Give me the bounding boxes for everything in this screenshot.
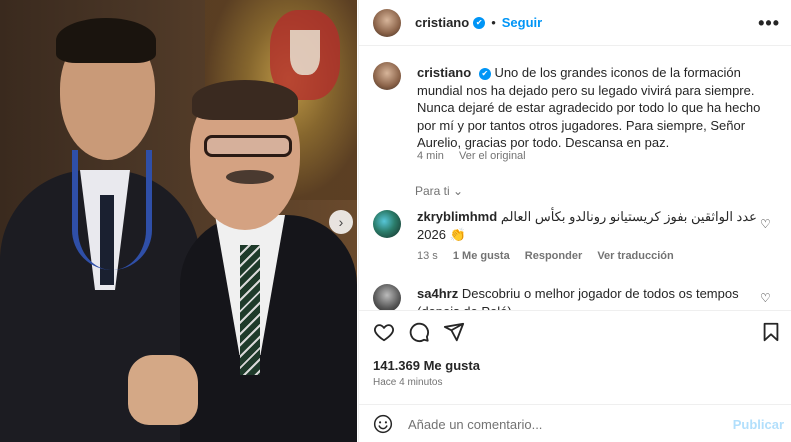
comment-username[interactable]: zkryblimhmd	[417, 209, 497, 224]
commenter-avatar[interactable]	[373, 284, 401, 310]
bookmark-icon[interactable]	[760, 321, 782, 343]
person-right-glasses	[204, 135, 292, 157]
comment-heart-icon[interactable]: ♡	[760, 218, 772, 230]
comment-item: sa4hrz Descobriu o melhor jogador de tod…	[373, 284, 778, 310]
add-comment-bar: Añade un comentario... Publicar	[359, 404, 791, 442]
person-right-hair	[192, 80, 298, 120]
caption-avatar[interactable]	[373, 62, 401, 90]
avatar[interactable]	[373, 8, 401, 37]
comment-meta: 13 s 1 Me gusta Responder Ver traducción	[417, 250, 686, 262]
post-header: cristiano ✔ • Seguir •••	[359, 0, 791, 46]
comment-item: zkryblimhmd عدد الواثقين بفوز كريستيانو …	[373, 206, 778, 266]
comment-icon[interactable]	[408, 321, 430, 343]
post-timestamp: Hace 4 minutos	[373, 377, 443, 388]
commenter-avatar[interactable]	[373, 210, 401, 238]
medal-ribbon	[72, 150, 152, 270]
verified-badge-icon: ✔	[478, 67, 491, 80]
person-right-mustache	[226, 170, 274, 184]
send-icon[interactable]	[443, 321, 465, 343]
background-shield	[290, 30, 320, 75]
more-options-icon[interactable]: •••	[758, 13, 780, 34]
post-actions: 141.369 Me gusta Hace 4 minutos Añade un…	[359, 310, 791, 442]
separator-dot: •	[491, 15, 496, 30]
follow-button[interactable]: Seguir	[502, 15, 542, 30]
chevron-right-icon[interactable]: ›	[329, 210, 353, 234]
clap-emoji-icon: 👏	[449, 227, 466, 242]
likes-count[interactable]: 141.369 Me gusta	[373, 358, 480, 373]
person-right-tie	[240, 245, 260, 375]
comment-heart-icon[interactable]: ♡	[760, 292, 772, 304]
comment-username[interactable]: sa4hrz	[417, 286, 458, 301]
comment-likes[interactable]: 1 Me gusta	[453, 250, 510, 262]
comment-input[interactable]: Añade un comentario...	[408, 417, 542, 432]
reply-button[interactable]: Responder	[525, 250, 582, 262]
comment-text: Descobriu o melhor jogador de todos os t…	[417, 286, 739, 310]
heart-icon[interactable]	[373, 321, 395, 343]
caption-text-block: cristiano ✔ Uno de los grandes iconos de…	[417, 64, 777, 152]
caption-meta: 4 min Ver el original	[417, 150, 526, 162]
person-left-hair	[56, 18, 156, 63]
verified-badge-icon: ✔	[473, 16, 486, 29]
caption-username[interactable]: cristiano	[417, 65, 471, 80]
see-translation-link[interactable]: Ver traducción	[597, 250, 673, 262]
see-original-link[interactable]: Ver el original	[459, 150, 526, 162]
thumbs-up-hand	[128, 355, 198, 425]
post-panel: cristiano ✔ • Seguir ••• cristiano ✔ Uno…	[358, 0, 791, 442]
chevron-down-icon: ⌄	[453, 184, 464, 198]
comment-time: 13 s	[417, 250, 438, 262]
emoji-icon[interactable]	[373, 414, 393, 434]
comment-text-block: sa4hrz Descobriu o melhor jogador de tod…	[417, 285, 757, 310]
comment-text-block: zkryblimhmd عدد الواثقين بفوز كريستيانو …	[417, 208, 767, 244]
post-image[interactable]: ›	[0, 0, 357, 442]
caption-time: 4 min	[417, 150, 444, 162]
for-you-label: Para ti	[415, 184, 450, 198]
header-username[interactable]: cristiano	[415, 15, 469, 30]
publish-button[interactable]: Publicar	[733, 417, 784, 432]
for-you-filter[interactable]: Para ti ⌄	[415, 184, 463, 198]
